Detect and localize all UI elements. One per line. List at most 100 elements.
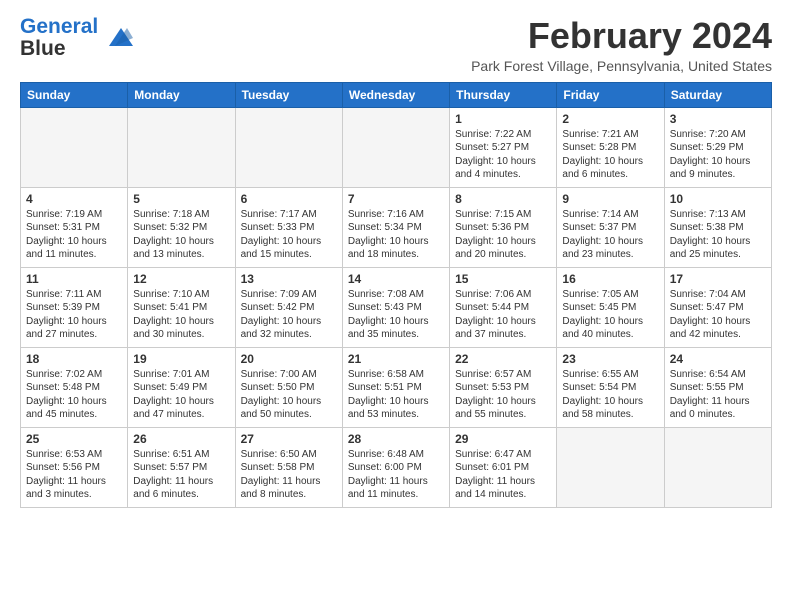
- calendar-cell: 23 Sunrise: 6:55 AM Sunset: 5:54 PM Dayli…: [557, 347, 664, 427]
- day-info: Sunrise: 6:55 AM Sunset: 5:54 PM Dayligh…: [562, 368, 658, 422]
- calendar-cell: 19 Sunrise: 7:01 AM Sunset: 5:49 PM Dayli…: [128, 347, 235, 427]
- day-number: 7: [348, 192, 444, 206]
- day-number: 12: [133, 272, 229, 286]
- day-number: 9: [562, 192, 658, 206]
- calendar-cell: [557, 427, 664, 507]
- calendar-cell: 1Sunrise: 7:22 AM Sunset: 5:27 PM Daylig…: [450, 107, 557, 187]
- day-number: 3: [670, 112, 766, 126]
- header-friday: Friday: [557, 82, 664, 107]
- calendar-cell: 12 Sunrise: 7:10 AM Sunset: 5:41 PM Dayli…: [128, 267, 235, 347]
- day-info: Sunrise: 6:58 AM Sunset: 5:51 PM Dayligh…: [348, 368, 444, 422]
- day-info: Sunrise: 7:18 AM Sunset: 5:32 PM Dayligh…: [133, 208, 229, 262]
- day-info: Sunrise: 7:19 AM Sunset: 5:31 PM Dayligh…: [26, 208, 122, 262]
- calendar-cell: 21 Sunrise: 6:58 AM Sunset: 5:51 PM Dayli…: [342, 347, 449, 427]
- day-number: 26: [133, 432, 229, 446]
- calendar-cell: 24 Sunrise: 6:54 AM Sunset: 5:55 PM Dayli…: [664, 347, 771, 427]
- calendar-cell: 17Sunrise: 7:04 AM Sunset: 5:47 PM Dayli…: [664, 267, 771, 347]
- day-info: Sunrise: 7:13 AM Sunset: 5:38 PM Dayligh…: [670, 208, 766, 262]
- day-info: Sunrise: 7:00 AM Sunset: 5:50 PM Dayligh…: [241, 368, 337, 422]
- day-info: Sunrise: 7:21 AM Sunset: 5:28 PM Dayligh…: [562, 128, 658, 182]
- day-number: 23: [562, 352, 658, 366]
- day-info: Sunrise: 7:16 AM Sunset: 5:34 PM Dayligh…: [348, 208, 444, 262]
- day-info: Sunrise: 7:09 AM Sunset: 5:42 PM Dayligh…: [241, 288, 337, 342]
- day-number: 4: [26, 192, 122, 206]
- calendar-cell: 15Sunrise: 7:06 AM Sunset: 5:44 PM Dayli…: [450, 267, 557, 347]
- calendar-week-row: 4 Sunrise: 7:19 AM Sunset: 5:31 PM Daylig…: [21, 187, 772, 267]
- day-info: Sunrise: 7:04 AM Sunset: 5:47 PM Dayligh…: [670, 288, 766, 342]
- logo-line2: Blue: [20, 38, 98, 60]
- day-number: 8: [455, 192, 551, 206]
- page-header: General Blue February 2024 Park Forest V…: [20, 16, 772, 74]
- calendar-cell: 7 Sunrise: 7:16 AM Sunset: 5:34 PM Daylig…: [342, 187, 449, 267]
- calendar-cell: 2 Sunrise: 7:21 AM Sunset: 5:28 PM Daylig…: [557, 107, 664, 187]
- calendar-cell: 18 Sunrise: 7:02 AM Sunset: 5:48 PM Dayli…: [21, 347, 128, 427]
- day-info: Sunrise: 7:06 AM Sunset: 5:44 PM Dayligh…: [455, 288, 551, 342]
- calendar-cell: 16 Sunrise: 7:05 AM Sunset: 5:45 PM Dayli…: [557, 267, 664, 347]
- calendar-header-row: SundayMondayTuesdayWednesdayThursdayFrid…: [21, 82, 772, 107]
- calendar-cell: [128, 107, 235, 187]
- header-sunday: Sunday: [21, 82, 128, 107]
- calendar-cell: [21, 107, 128, 187]
- header-monday: Monday: [128, 82, 235, 107]
- calendar-cell: 9 Sunrise: 7:14 AM Sunset: 5:37 PM Daylig…: [557, 187, 664, 267]
- title-block: February 2024 Park Forest Village, Penns…: [471, 16, 772, 74]
- header-tuesday: Tuesday: [235, 82, 342, 107]
- day-number: 19: [133, 352, 229, 366]
- day-number: 16: [562, 272, 658, 286]
- day-number: 2: [562, 112, 658, 126]
- day-info: Sunrise: 7:05 AM Sunset: 5:45 PM Dayligh…: [562, 288, 658, 342]
- calendar-cell: 14Sunrise: 7:08 AM Sunset: 5:43 PM Dayli…: [342, 267, 449, 347]
- day-number: 21: [348, 352, 444, 366]
- day-info: Sunrise: 7:01 AM Sunset: 5:49 PM Dayligh…: [133, 368, 229, 422]
- day-number: 10: [670, 192, 766, 206]
- calendar-cell: 5 Sunrise: 7:18 AM Sunset: 5:32 PM Daylig…: [128, 187, 235, 267]
- calendar-cell: 22Sunrise: 6:57 AM Sunset: 5:53 PM Dayli…: [450, 347, 557, 427]
- calendar-cell: 13Sunrise: 7:09 AM Sunset: 5:42 PM Dayli…: [235, 267, 342, 347]
- day-info: Sunrise: 7:20 AM Sunset: 5:29 PM Dayligh…: [670, 128, 766, 182]
- logo-line1: General: [20, 16, 98, 38]
- logo-icon: [101, 24, 133, 52]
- day-number: 18: [26, 352, 122, 366]
- day-info: Sunrise: 7:14 AM Sunset: 5:37 PM Dayligh…: [562, 208, 658, 262]
- day-info: Sunrise: 7:11 AM Sunset: 5:39 PM Dayligh…: [26, 288, 122, 342]
- calendar-week-row: 1Sunrise: 7:22 AM Sunset: 5:27 PM Daylig…: [21, 107, 772, 187]
- day-info: Sunrise: 6:54 AM Sunset: 5:55 PM Dayligh…: [670, 368, 766, 422]
- day-info: Sunrise: 6:50 AM Sunset: 5:58 PM Dayligh…: [241, 448, 337, 502]
- calendar-cell: 6Sunrise: 7:17 AM Sunset: 5:33 PM Daylig…: [235, 187, 342, 267]
- calendar-cell: 25 Sunrise: 6:53 AM Sunset: 5:56 PM Dayli…: [21, 427, 128, 507]
- day-info: Sunrise: 6:53 AM Sunset: 5:56 PM Dayligh…: [26, 448, 122, 502]
- day-number: 11: [26, 272, 122, 286]
- day-info: Sunrise: 7:22 AM Sunset: 5:27 PM Dayligh…: [455, 128, 551, 182]
- day-number: 25: [26, 432, 122, 446]
- day-info: Sunrise: 7:02 AM Sunset: 5:48 PM Dayligh…: [26, 368, 122, 422]
- day-info: Sunrise: 7:10 AM Sunset: 5:41 PM Dayligh…: [133, 288, 229, 342]
- logo: General Blue: [20, 16, 133, 60]
- header-wednesday: Wednesday: [342, 82, 449, 107]
- month-title: February 2024: [471, 16, 772, 56]
- day-number: 14: [348, 272, 444, 286]
- day-number: 24: [670, 352, 766, 366]
- day-number: 29: [455, 432, 551, 446]
- calendar-table: SundayMondayTuesdayWednesdayThursdayFrid…: [20, 82, 772, 508]
- location-title: Park Forest Village, Pennsylvania, Unite…: [471, 58, 772, 74]
- day-info: Sunrise: 7:15 AM Sunset: 5:36 PM Dayligh…: [455, 208, 551, 262]
- header-thursday: Thursday: [450, 82, 557, 107]
- calendar-cell: 20 Sunrise: 7:00 AM Sunset: 5:50 PM Dayli…: [235, 347, 342, 427]
- calendar-cell: 3 Sunrise: 7:20 AM Sunset: 5:29 PM Daylig…: [664, 107, 771, 187]
- calendar-cell: 26Sunrise: 6:51 AM Sunset: 5:57 PM Dayli…: [128, 427, 235, 507]
- calendar-cell: 29 Sunrise: 6:47 AM Sunset: 6:01 PM Dayli…: [450, 427, 557, 507]
- day-number: 5: [133, 192, 229, 206]
- calendar-cell: 28 Sunrise: 6:48 AM Sunset: 6:00 PM Dayli…: [342, 427, 449, 507]
- day-info: Sunrise: 6:47 AM Sunset: 6:01 PM Dayligh…: [455, 448, 551, 502]
- day-number: 27: [241, 432, 337, 446]
- calendar-cell: 27 Sunrise: 6:50 AM Sunset: 5:58 PM Dayli…: [235, 427, 342, 507]
- day-number: 20: [241, 352, 337, 366]
- day-info: Sunrise: 6:48 AM Sunset: 6:00 PM Dayligh…: [348, 448, 444, 502]
- day-number: 22: [455, 352, 551, 366]
- calendar-cell: 11 Sunrise: 7:11 AM Sunset: 5:39 PM Dayli…: [21, 267, 128, 347]
- day-number: 28: [348, 432, 444, 446]
- calendar-cell: [664, 427, 771, 507]
- day-info: Sunrise: 7:17 AM Sunset: 5:33 PM Dayligh…: [241, 208, 337, 262]
- calendar-week-row: 25 Sunrise: 6:53 AM Sunset: 5:56 PM Dayli…: [21, 427, 772, 507]
- calendar-cell: 10 Sunrise: 7:13 AM Sunset: 5:38 PM Dayli…: [664, 187, 771, 267]
